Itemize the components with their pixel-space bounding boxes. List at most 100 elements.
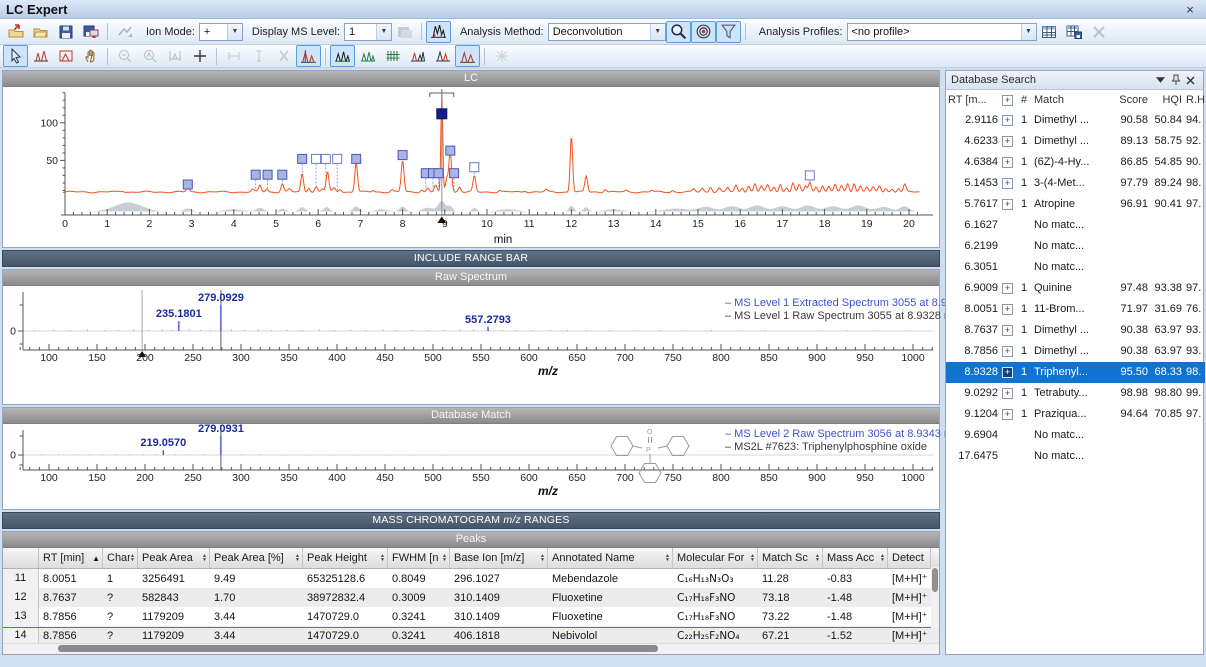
expand-icon[interactable]: + bbox=[1002, 325, 1013, 336]
database-match-header[interactable]: Database Match bbox=[3, 408, 939, 424]
panel-close-button[interactable] bbox=[1183, 73, 1198, 87]
peaks-a-icon bbox=[410, 48, 426, 64]
expand-all-icon[interactable]: + bbox=[1002, 95, 1013, 106]
pin-button[interactable] bbox=[1168, 73, 1183, 87]
db-header-expand-all[interactable]: + bbox=[1000, 90, 1016, 110]
db-num-value bbox=[1016, 236, 1032, 257]
open-file-button[interactable] bbox=[28, 21, 53, 43]
db-expand-cell[interactable]: + bbox=[1000, 194, 1016, 215]
db-expand-cell[interactable]: + bbox=[1000, 110, 1016, 131]
db-rh-value: 97. bbox=[1184, 404, 1205, 425]
save-button[interactable] bbox=[53, 21, 78, 43]
chevron-down-icon[interactable]: ▼ bbox=[650, 24, 665, 40]
peaks-vertical-scrollbar[interactable] bbox=[931, 567, 939, 628]
expand-icon[interactable]: + bbox=[1002, 367, 1013, 378]
peaks-a-button[interactable] bbox=[405, 45, 430, 67]
expand-icon[interactable]: + bbox=[1002, 409, 1013, 420]
db-expand-cell[interactable]: + bbox=[1000, 131, 1016, 152]
window-close-button[interactable]: × bbox=[1180, 2, 1200, 17]
target-button[interactable] bbox=[691, 21, 716, 43]
peaks-column-header[interactable]: Base Ion [m/z]▲▼ bbox=[450, 548, 548, 568]
filter-button[interactable] bbox=[716, 21, 741, 43]
expand-icon[interactable]: + bbox=[1002, 115, 1013, 126]
db-score-value bbox=[1110, 446, 1150, 467]
apply-level-button bbox=[392, 21, 417, 43]
db-expand-cell[interactable]: + bbox=[1000, 404, 1016, 425]
peak-area-pct-value: 3.44 bbox=[210, 630, 303, 642]
db-hqi-value bbox=[1150, 257, 1184, 278]
expand-icon[interactable]: + bbox=[1002, 304, 1013, 315]
db-header-score[interactable]: Score bbox=[1110, 90, 1150, 110]
db-expand-cell[interactable]: + bbox=[1000, 362, 1016, 383]
database-search-header[interactable]: Database Search bbox=[946, 71, 1203, 90]
open-report-button[interactable] bbox=[3, 21, 28, 43]
db-header-rt[interactable]: RT [m... bbox=[946, 90, 1000, 110]
analysis-method-select[interactable]: Deconvolution ▼ bbox=[548, 23, 666, 41]
db-expand-cell[interactable]: + bbox=[1000, 278, 1016, 299]
expand-icon[interactable]: + bbox=[1002, 157, 1013, 168]
search-button[interactable] bbox=[666, 21, 691, 43]
expand-icon[interactable]: + bbox=[1002, 136, 1013, 147]
baseline-peaks-button[interactable] bbox=[330, 45, 355, 67]
db-expand-cell[interactable]: + bbox=[1000, 320, 1016, 341]
expand-icon[interactable]: + bbox=[1002, 178, 1013, 189]
expand-icon[interactable]: + bbox=[1002, 346, 1013, 357]
peaks-c-button[interactable] bbox=[455, 45, 480, 67]
lc-chromatogram-chart[interactable]: 0123456789101112131415161718192050100min bbox=[3, 87, 939, 248]
peaks-tool-button[interactable] bbox=[28, 45, 53, 67]
db-expand-cell[interactable]: + bbox=[1000, 299, 1016, 320]
ion-mode-select[interactable]: + ▼ bbox=[199, 23, 243, 41]
panel-menu-button[interactable] bbox=[1153, 73, 1168, 87]
db-header-num[interactable]: # bbox=[1016, 90, 1032, 110]
peaks-b-button[interactable] bbox=[430, 45, 455, 67]
green-comb-button[interactable] bbox=[380, 45, 405, 67]
peaks-column-header[interactable]: Char▲▼ bbox=[103, 548, 138, 568]
pan-button[interactable] bbox=[78, 45, 103, 67]
peaks-column-header[interactable]: Peak Height▲▼ bbox=[303, 548, 388, 568]
save-image-button[interactable] bbox=[78, 21, 103, 43]
peaks-column-header[interactable]: Peak Area [%]▲▼ bbox=[210, 548, 303, 568]
peaks-column-header[interactable]: Molecular For▲▼ bbox=[673, 548, 758, 568]
chevron-down-icon[interactable]: ▼ bbox=[1021, 24, 1036, 40]
db-expand-cell[interactable]: + bbox=[1000, 341, 1016, 362]
peak-detect-button[interactable] bbox=[296, 45, 321, 67]
db-hqi-value: 58.75 bbox=[1150, 131, 1184, 152]
db-expand-cell[interactable]: + bbox=[1000, 152, 1016, 173]
peaks-column-header[interactable]: RT [min]▲ bbox=[39, 548, 103, 568]
peaks-horizontal-scrollbar[interactable] bbox=[3, 643, 939, 654]
select-cursor-button[interactable] bbox=[3, 45, 28, 67]
db-expand-cell[interactable]: + bbox=[1000, 173, 1016, 194]
db-expand-cell[interactable]: + bbox=[1000, 383, 1016, 404]
lc-panel-header[interactable]: LC bbox=[3, 71, 939, 87]
peaks-column-header[interactable]: Detect bbox=[888, 548, 931, 568]
peaks-table-row[interactable]: 128.7637?5828431.7038972832.40.3009310.1… bbox=[3, 588, 939, 607]
expand-icon[interactable]: + bbox=[1002, 199, 1013, 210]
peaks-column-header[interactable]: Match Sc▲▼ bbox=[758, 548, 823, 568]
analysis-profiles-select[interactable]: <no profile> ▼ bbox=[847, 23, 1037, 41]
peaks-column-header[interactable]: Peak Area▲▼ bbox=[138, 548, 210, 568]
table-view-button[interactable] bbox=[1037, 21, 1062, 43]
expand-icon[interactable]: + bbox=[1002, 283, 1013, 294]
zoom-out-icon bbox=[117, 48, 133, 64]
chevron-down-icon[interactable]: ▼ bbox=[376, 24, 391, 40]
peak-region-button[interactable] bbox=[53, 45, 78, 67]
table-export-button[interactable] bbox=[1062, 21, 1087, 43]
peaks-panel-header[interactable]: Peaks bbox=[3, 532, 939, 548]
db-header-hqi[interactable]: HQI bbox=[1150, 90, 1184, 110]
peaks-column-header[interactable]: Annotated Name▲▼ bbox=[548, 548, 673, 568]
peaks-table-row[interactable]: 138.7856?11792093.441470729.00.3241310.1… bbox=[3, 607, 939, 626]
include-range-bar[interactable]: INCLUDE RANGE BAR bbox=[2, 250, 940, 267]
crosshair-button[interactable] bbox=[187, 45, 212, 67]
peaks-table-row[interactable]: 118.0051132564919.4965325128.60.8049296.… bbox=[3, 569, 939, 588]
peaks-column-header[interactable]: Mass Acc▲▼ bbox=[823, 548, 888, 568]
chevron-down-icon[interactable]: ▼ bbox=[227, 24, 242, 40]
display-ms-level-select[interactable]: 1 ▼ bbox=[344, 23, 392, 41]
raw-spectrum-header[interactable]: Raw Spectrum bbox=[3, 270, 939, 286]
db-header-rh[interactable]: R.H bbox=[1184, 90, 1205, 110]
db-header-match[interactable]: Match bbox=[1032, 90, 1110, 110]
ms-analysis-button[interactable] bbox=[426, 21, 451, 43]
mass-chromatogram-bar[interactable]: MASS CHROMATOGRAM m/z RANGES bbox=[2, 512, 940, 529]
expand-icon[interactable]: + bbox=[1002, 388, 1013, 399]
green-peaks-button[interactable] bbox=[355, 45, 380, 67]
peaks-column-header[interactable]: FWHM [n▲▼ bbox=[388, 548, 450, 568]
